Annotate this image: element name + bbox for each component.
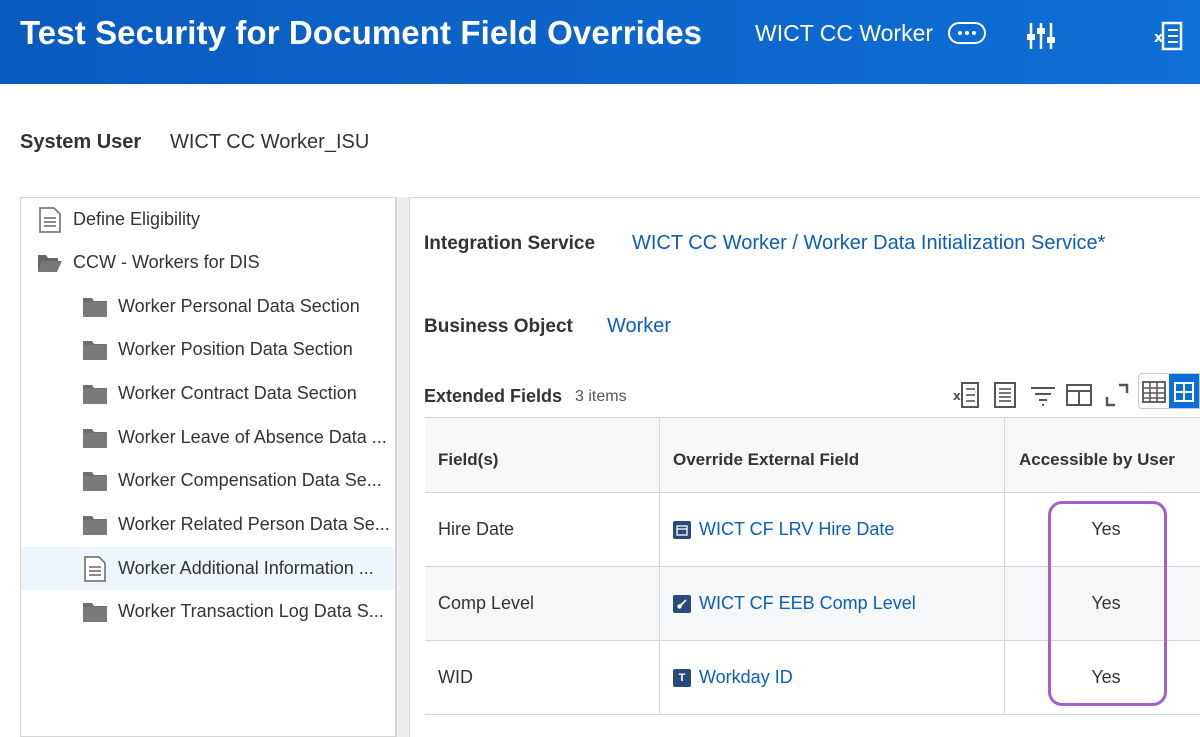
navigation-tree: Define Eligibility CCW - Workers for DIS…	[20, 197, 396, 737]
extended-fields-title: Extended Fields	[424, 386, 563, 406]
override-link[interactable]: Workday ID	[699, 667, 793, 688]
integration-service-link[interactable]: WICT CC Worker / Worker Data Initializat…	[632, 232, 1105, 255]
table-row: Hire Date WICT CF LRV Hire Date Yes	[425, 493, 1200, 567]
tree-item-label: Define Eligibility	[73, 209, 201, 229]
columns-icon[interactable]	[1064, 380, 1094, 410]
folder-icon	[82, 337, 108, 363]
field-cell: WID	[425, 641, 660, 714]
panel-splitter[interactable]	[396, 197, 410, 737]
column-header-override[interactable]: Override External Field	[660, 418, 1005, 492]
dot-icon	[972, 31, 976, 35]
tree-item-label: Worker Compensation Data Se...	[118, 470, 382, 490]
tree-item-ccw-workers[interactable]: CCW - Workers for DIS	[21, 241, 395, 284]
tree-item-leave-data[interactable]: Worker Leave of Absence Data ...	[21, 416, 395, 459]
tree-item-additional-information[interactable]: Worker Additional Information ...	[21, 547, 395, 590]
accessible-value: Yes	[1091, 593, 1121, 613]
fullscreen-icon[interactable]	[1102, 380, 1132, 410]
accessible-value: Yes	[1091, 667, 1121, 687]
svg-text:x: x	[953, 389, 961, 403]
column-header-accessible[interactable]: Accessible by User	[1005, 418, 1200, 492]
grid-view-icon[interactable]	[1169, 374, 1199, 408]
extended-fields-count: 3 items	[575, 388, 627, 405]
folder-icon	[82, 381, 108, 407]
tree-item-contract-data[interactable]: Worker Contract Data Section	[21, 372, 395, 415]
text-type-icon: T	[673, 668, 691, 687]
document-icon	[82, 555, 108, 582]
related-actions-button[interactable]	[948, 22, 986, 44]
page-title: Test Security for Document Field Overrid…	[20, 14, 703, 51]
page-header: Test Security for Document Field Overrid…	[0, 0, 1200, 84]
accessible-value: Yes	[1091, 519, 1121, 539]
extended-fields-table: Field(s) Override External Field Accessi…	[424, 417, 1200, 715]
accessible-cell: Yes	[1005, 641, 1200, 714]
tree-item-related-person-data[interactable]: Worker Related Person Data Se...	[21, 503, 395, 546]
dot-icon	[965, 31, 969, 35]
folder-open-icon	[37, 250, 63, 276]
override-cell: T Workday ID	[660, 641, 1005, 714]
column-header-fields[interactable]: Field(s)	[425, 418, 660, 492]
folder-icon	[82, 294, 108, 320]
table-view-icon[interactable]	[1139, 374, 1169, 408]
tree-item-label: Worker Additional Information ...	[118, 558, 374, 578]
view-toggle	[1138, 373, 1200, 409]
tree-item-label: Worker Transaction Log Data S...	[118, 601, 384, 621]
field-cell: Comp Level	[425, 567, 660, 640]
tree-item-label: Worker Personal Data Section	[118, 296, 360, 316]
system-user-label: System User	[20, 131, 142, 153]
export-pdf-icon[interactable]	[990, 380, 1020, 410]
folder-icon	[82, 512, 108, 538]
filter-icon[interactable]	[1028, 380, 1058, 410]
override-cell: WICT CF LRV Hire Date	[660, 493, 1005, 566]
table-row: WID T Workday ID Yes	[425, 641, 1200, 715]
tree-item-label: Worker Leave of Absence Data ...	[118, 427, 387, 447]
tree-item-compensation-data[interactable]: Worker Compensation Data Se...	[21, 459, 395, 502]
accessible-cell: Yes	[1005, 567, 1200, 640]
tree-item-personal-data[interactable]: Worker Personal Data Section	[21, 285, 395, 328]
field-cell: Hire Date	[425, 493, 660, 566]
header-subtitle: WICT CC Worker	[755, 20, 934, 46]
configure-icon[interactable]	[1025, 20, 1057, 52]
system-user-value: WICT CC Worker_ISU	[170, 131, 370, 153]
accessible-cell: Yes	[1005, 493, 1200, 566]
tree-item-label: Worker Related Person Data Se...	[118, 514, 390, 534]
export-excel-icon[interactable]: x	[951, 380, 981, 410]
export-excel-icon[interactable]: x	[1152, 20, 1184, 52]
tree-item-transaction-log-data[interactable]: Worker Transaction Log Data S...	[21, 590, 395, 633]
dot-icon	[958, 31, 962, 35]
link-icon	[673, 594, 691, 613]
business-object-label: Business Object	[424, 316, 573, 337]
integration-service-label: Integration Service	[424, 233, 596, 254]
folder-icon	[82, 425, 108, 451]
folder-icon	[82, 599, 108, 625]
table-row: Comp Level WICT CF EEB Comp Level Yes	[425, 567, 1200, 641]
table-header-row: Field(s) Override External Field Accessi…	[425, 418, 1200, 493]
tree-item-define-eligibility[interactable]: Define Eligibility	[21, 198, 395, 241]
tree-item-label: Worker Contract Data Section	[118, 383, 357, 403]
folder-icon	[82, 468, 108, 494]
tree-item-label: CCW - Workers for DIS	[73, 252, 260, 272]
calendar-icon	[673, 520, 691, 539]
override-link[interactable]: WICT CF EEB Comp Level	[699, 593, 916, 614]
business-object-link[interactable]: Worker	[607, 315, 671, 338]
svg-text:x: x	[1154, 30, 1163, 46]
document-icon	[37, 206, 63, 233]
tree-item-label: Worker Position Data Section	[118, 339, 353, 359]
override-cell: WICT CF EEB Comp Level	[660, 567, 1005, 640]
override-link[interactable]: WICT CF LRV Hire Date	[699, 519, 894, 540]
tree-item-position-data[interactable]: Worker Position Data Section	[21, 328, 395, 371]
